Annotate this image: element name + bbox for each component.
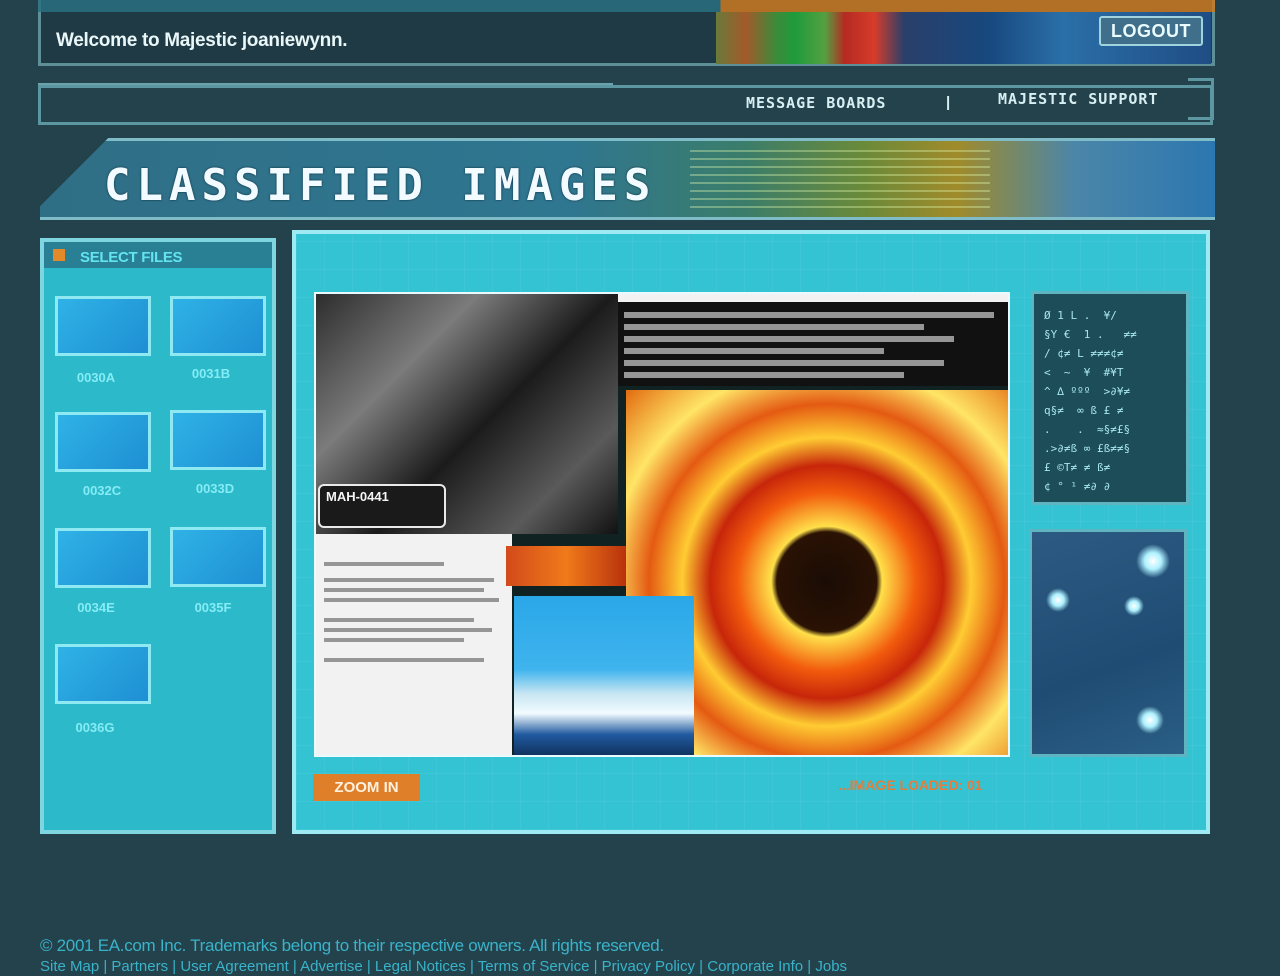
file-label: 0030A (76, 370, 116, 385)
photo-terminal-text (618, 294, 1008, 386)
file-thumbnail-0030a[interactable] (55, 296, 151, 356)
file-label: 0033D (195, 481, 235, 496)
nav-link-majestic-support[interactable]: MAJESTIC SUPPORT (998, 90, 1159, 108)
file-label: 0036G (75, 720, 115, 735)
file-label: 0031B (191, 366, 231, 381)
code-readout-panel: Ø 1 L . ¥/ §Y € 1 . ≠≠ / ¢≠ L ≠≠≠¢≠ < ~ … (1031, 291, 1189, 505)
top-accent-strip (38, 0, 1215, 12)
photo-document (316, 534, 512, 755)
classified-image: MAH-0441 (314, 292, 1010, 757)
file-thumbnail-0031b[interactable] (170, 296, 266, 356)
welcome-message: Welcome to Majestic joaniewynn. (56, 30, 348, 51)
footer-links[interactable]: Site Map | Partners | User Agreement | A… (40, 958, 1040, 976)
header-divider (38, 72, 613, 86)
file-label: 0032C (82, 483, 122, 498)
zoom-in-button[interactable]: ZOOM IN (313, 774, 420, 801)
file-thumbnail-0033d[interactable] (170, 410, 266, 470)
file-thumbnail-0036g[interactable] (55, 644, 151, 704)
banner-code-texture (690, 150, 990, 212)
logout-button[interactable]: LOGOUT (1099, 16, 1203, 46)
photo-badge: MAH-0441 (318, 484, 446, 528)
nav-bar-end-cap (1188, 78, 1214, 120)
nav-separator: | (946, 94, 951, 111)
photo-divers-panel (1029, 529, 1187, 757)
photo-white-house (514, 596, 694, 755)
nav-link-message-boards[interactable]: MESSAGE BOARDS (746, 94, 886, 112)
file-thumbnail-0032c[interactable] (55, 412, 151, 472)
photo-red-panel (506, 546, 626, 586)
image-status-text: ...IMAGE LOADED: 01 (838, 777, 983, 793)
file-thumbnail-0034e[interactable] (55, 528, 151, 588)
banner-notch (40, 138, 110, 220)
file-label: 0035F (194, 600, 232, 615)
file-selector-title: SELECT FILES (80, 249, 183, 266)
file-thumbnail-0035f[interactable] (170, 527, 266, 587)
page-title: CLASSIFIED IMAGES (104, 160, 657, 211)
folder-icon (53, 249, 65, 261)
file-label: 0034E (77, 600, 115, 615)
copyright-notice: © 2001 EA.com Inc. Trademarks belong to … (40, 936, 664, 955)
